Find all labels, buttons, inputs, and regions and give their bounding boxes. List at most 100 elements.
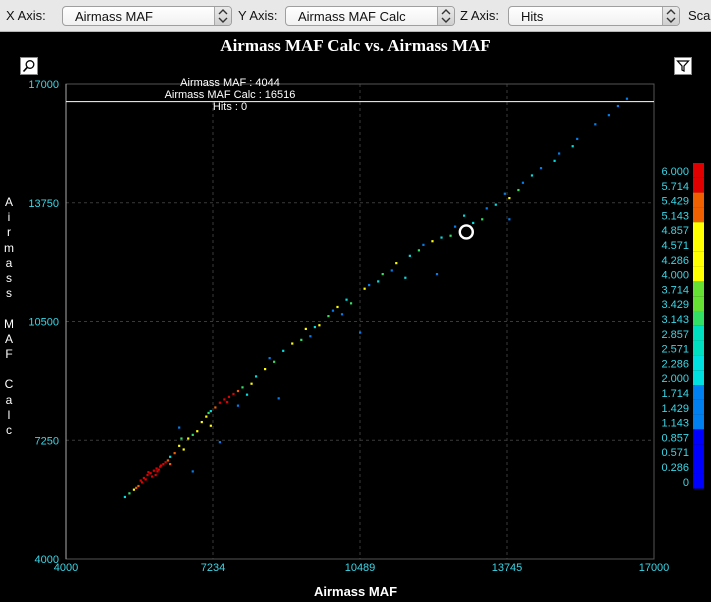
data-point bbox=[521, 181, 525, 184]
data-point bbox=[472, 221, 475, 225]
data-point bbox=[232, 392, 235, 396]
data-point bbox=[132, 488, 136, 491]
colorbar-cell bbox=[693, 163, 704, 178]
colorbar-cell bbox=[693, 266, 704, 282]
chart-window: X Axis: Airmass MAF Y Axis: Airmass MAF … bbox=[0, 0, 711, 602]
data-point bbox=[309, 335, 312, 338]
data-point bbox=[508, 197, 511, 200]
data-point bbox=[149, 472, 152, 475]
x-tick-label: 13745 bbox=[492, 562, 523, 574]
z-axis-label: Z Axis: bbox=[460, 8, 500, 23]
selected-point-ring bbox=[458, 224, 474, 240]
data-point bbox=[485, 207, 488, 210]
data-point bbox=[169, 455, 172, 458]
data-point bbox=[128, 492, 131, 495]
scale-label: Sca bbox=[688, 8, 711, 23]
data-point bbox=[340, 313, 344, 316]
data-point bbox=[209, 410, 212, 413]
data-point bbox=[268, 357, 271, 360]
colorbar-cell bbox=[693, 414, 704, 430]
data-point bbox=[178, 426, 181, 429]
data-point bbox=[200, 420, 203, 424]
data-point bbox=[422, 243, 425, 246]
colorbar-tick-label: 3.143 bbox=[661, 314, 689, 326]
y-axis-title: Airmass MAF Calc bbox=[2, 195, 16, 438]
data-point bbox=[142, 476, 145, 480]
filter-button[interactable] bbox=[674, 57, 692, 75]
data-point bbox=[377, 280, 380, 283]
chevron-updown-icon bbox=[662, 7, 679, 25]
data-point bbox=[223, 398, 226, 401]
colorbar-tick-label: 4.286 bbox=[661, 255, 689, 267]
data-point bbox=[209, 424, 212, 427]
y-tick-label: 13750 bbox=[28, 198, 59, 210]
data-point bbox=[150, 475, 154, 478]
data-point bbox=[331, 309, 335, 312]
data-point bbox=[273, 360, 276, 363]
data-point bbox=[404, 276, 407, 279]
data-point bbox=[155, 467, 158, 470]
data-point bbox=[164, 461, 167, 464]
axis-toolbar: X Axis: Airmass MAF Y Axis: Airmass MAF … bbox=[0, 0, 711, 32]
filter-icon bbox=[676, 60, 690, 72]
data-point bbox=[146, 473, 149, 477]
y-axis-title-text: Airmass MAF Calc bbox=[4, 195, 14, 438]
colorbar-tick-label: 5.714 bbox=[661, 181, 689, 193]
x-axis-title: Airmass MAF bbox=[313, 584, 398, 599]
data-point bbox=[576, 137, 579, 141]
chart-title: Airmass MAF Calc vs. Airmass MAF bbox=[220, 36, 491, 55]
z-axis-select[interactable]: Hits bbox=[508, 6, 680, 26]
data-point bbox=[187, 437, 190, 440]
data-point bbox=[137, 484, 140, 488]
data-point bbox=[227, 395, 231, 398]
data-point bbox=[196, 430, 199, 433]
hover-x-value: Airmass MAF : 4044 bbox=[180, 77, 280, 89]
colorbar-cell bbox=[693, 192, 704, 208]
data-point bbox=[435, 273, 439, 276]
data-point bbox=[207, 411, 210, 415]
data-point bbox=[345, 298, 348, 301]
data-point bbox=[553, 159, 556, 162]
colorbar-cell bbox=[693, 325, 704, 341]
colorbar-cell bbox=[693, 340, 704, 356]
x-axis-select[interactable]: Airmass MAF bbox=[62, 6, 232, 26]
colorbar-tick-label: 2.000 bbox=[661, 373, 689, 385]
data-point bbox=[182, 448, 185, 451]
data-point bbox=[140, 481, 144, 484]
x-tick-label: 17000 bbox=[639, 562, 670, 574]
data-point bbox=[178, 444, 181, 447]
data-point bbox=[363, 287, 366, 290]
data-point bbox=[169, 463, 172, 466]
data-point bbox=[349, 302, 353, 305]
data-point bbox=[154, 473, 157, 477]
data-point bbox=[616, 104, 620, 108]
colorbar-tick-label: 0.571 bbox=[661, 447, 689, 459]
data-point bbox=[381, 273, 384, 276]
colorbar-cell bbox=[693, 237, 704, 252]
colorbar-cell bbox=[693, 251, 704, 267]
colorbar-tick-label: 5.143 bbox=[661, 210, 689, 222]
data-point bbox=[304, 327, 307, 331]
data-point bbox=[368, 283, 371, 287]
data-point bbox=[571, 145, 574, 148]
data-point bbox=[481, 218, 484, 221]
data-point bbox=[463, 214, 466, 217]
data-point bbox=[162, 463, 165, 466]
data-point bbox=[156, 470, 159, 473]
data-point bbox=[594, 123, 597, 126]
data-point bbox=[159, 465, 162, 468]
colorbar-cell bbox=[693, 429, 704, 445]
colorbar-tick-label: 3.714 bbox=[661, 284, 689, 296]
data-point bbox=[254, 375, 258, 378]
data-point bbox=[336, 305, 339, 309]
data-point bbox=[157, 468, 160, 471]
zoom-button[interactable] bbox=[20, 57, 38, 75]
data-point bbox=[214, 406, 217, 409]
data-point bbox=[300, 338, 303, 341]
y-axis-select[interactable]: Airmass MAF Calc bbox=[285, 6, 455, 26]
colorbar-cell bbox=[693, 296, 704, 311]
y-tick-label: 7250 bbox=[35, 435, 59, 447]
colorbar-tick-label: 0.286 bbox=[661, 462, 689, 474]
data-point bbox=[625, 97, 629, 100]
data-point bbox=[236, 404, 240, 407]
